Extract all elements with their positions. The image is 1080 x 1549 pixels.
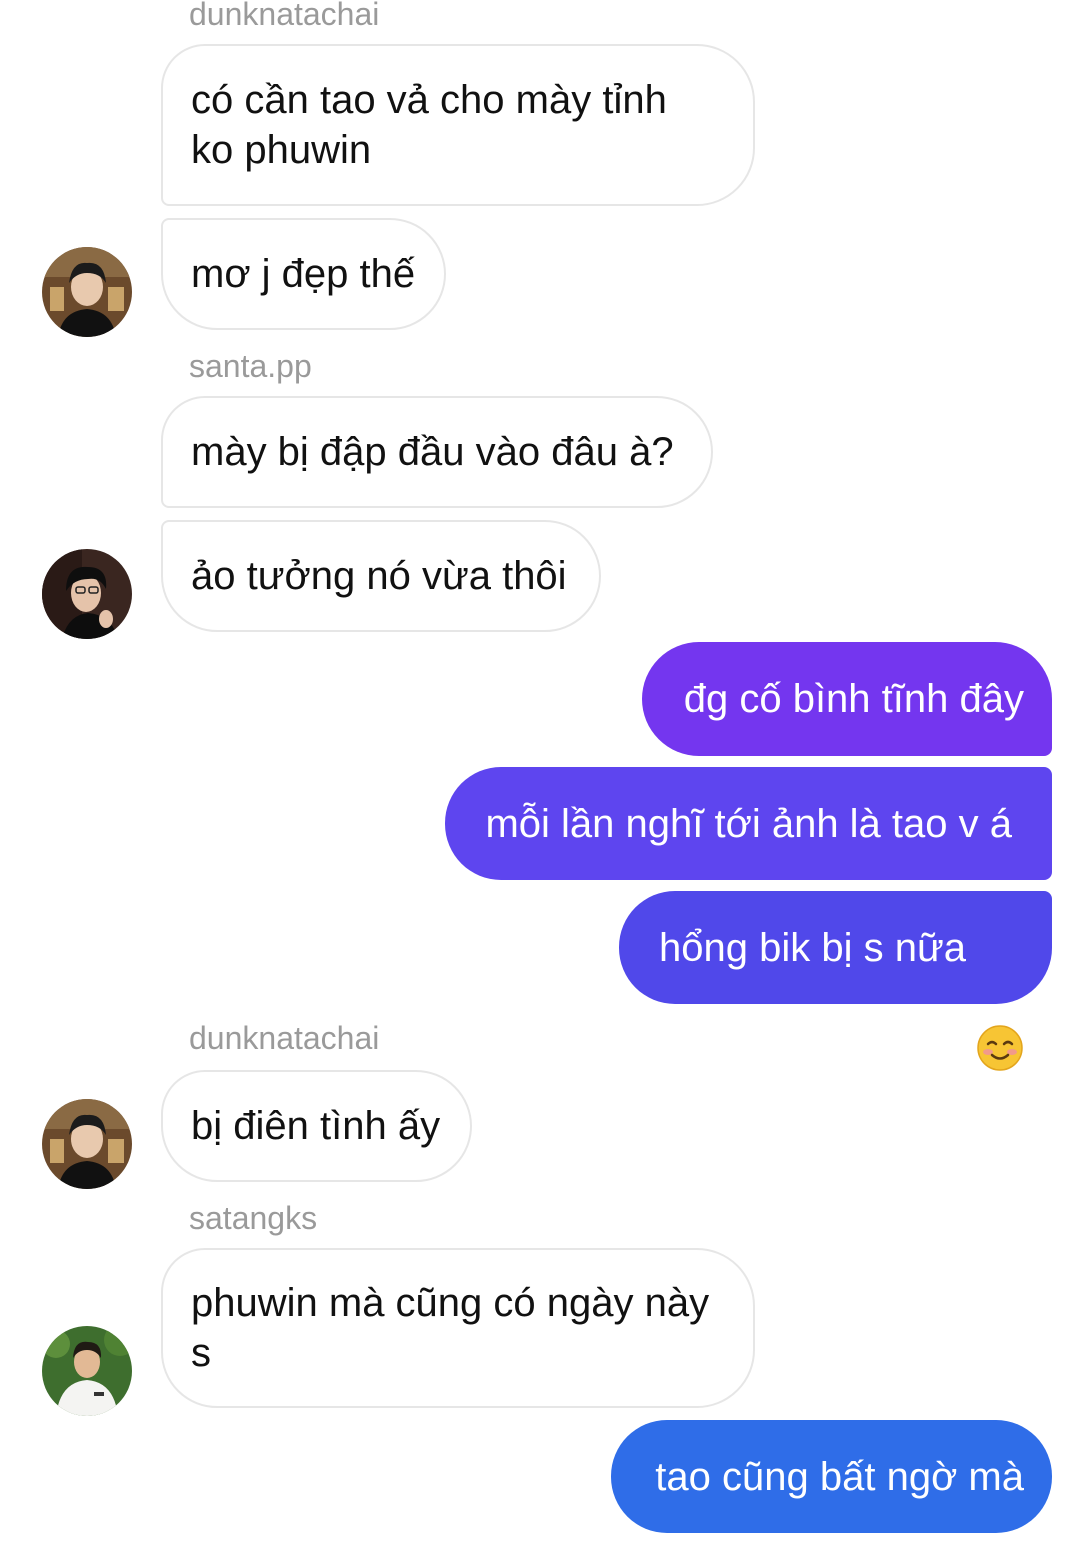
message-bubble-outgoing[interactable]: mỗi lần nghĩ tới ảnh là tao v á bbox=[445, 767, 1052, 880]
sender-name: dunknatachai bbox=[189, 0, 380, 32]
sender-name: santa.pp bbox=[189, 348, 312, 384]
message-bubble-incoming[interactable]: phuwin mà cũng có ngày này s bbox=[161, 1248, 755, 1408]
message-text: có cần tao vả cho mày tỉnh ko phuwin bbox=[191, 78, 667, 172]
message-text: đg cố bình tĩnh đây bbox=[683, 677, 1024, 721]
message-text: hổng bik bị s nữa bbox=[659, 925, 966, 970]
dunknatachai-avatar[interactable] bbox=[42, 247, 132, 337]
message-text: tao cũng bất ngờ mà bbox=[655, 1454, 1024, 1499]
satangks-avatar[interactable] bbox=[42, 1326, 132, 1416]
message-bubble-incoming[interactable]: mơ j đẹp thế bbox=[161, 218, 446, 330]
message-bubble-outgoing[interactable]: tao cũng bất ngờ mà bbox=[611, 1420, 1052, 1533]
message-text: mơ j đẹp thế bbox=[191, 252, 416, 296]
sender-name: dunknatachai bbox=[189, 1020, 380, 1056]
sender-name: satangks bbox=[189, 1200, 318, 1236]
message-bubble-incoming[interactable]: mày bị đập đầu vào đâu à? bbox=[161, 396, 713, 508]
message-text: mày bị đập đầu vào đâu à? bbox=[191, 430, 674, 474]
santa-avatar[interactable] bbox=[42, 549, 132, 639]
message-bubble-outgoing[interactable]: đg cố bình tĩnh đây bbox=[642, 642, 1052, 756]
message-bubble-outgoing[interactable]: hổng bik bị s nữa bbox=[619, 891, 1052, 1071]
chat-thread: dunknatachai có cần tao vả cho mày tỉnh … bbox=[0, 0, 1080, 1549]
dunknatachai-avatar[interactable] bbox=[42, 1099, 132, 1189]
message-text: mỗi lần nghĩ tới ảnh là tao v á bbox=[485, 801, 1012, 846]
smiling-face-emoji-icon bbox=[976, 924, 1024, 1071]
message-bubble-incoming[interactable]: bị điên tình ấy bbox=[161, 1070, 472, 1182]
message-bubble-incoming[interactable]: có cần tao vả cho mày tỉnh ko phuwin bbox=[161, 44, 755, 206]
message-text: phuwin mà cũng có ngày này s bbox=[191, 1281, 710, 1375]
message-text: bị điên tình ấy bbox=[191, 1104, 441, 1148]
message-bubble-incoming[interactable]: ảo tưởng nó vừa thôi bbox=[161, 520, 601, 632]
message-text: ảo tưởng nó vừa thôi bbox=[191, 554, 567, 598]
